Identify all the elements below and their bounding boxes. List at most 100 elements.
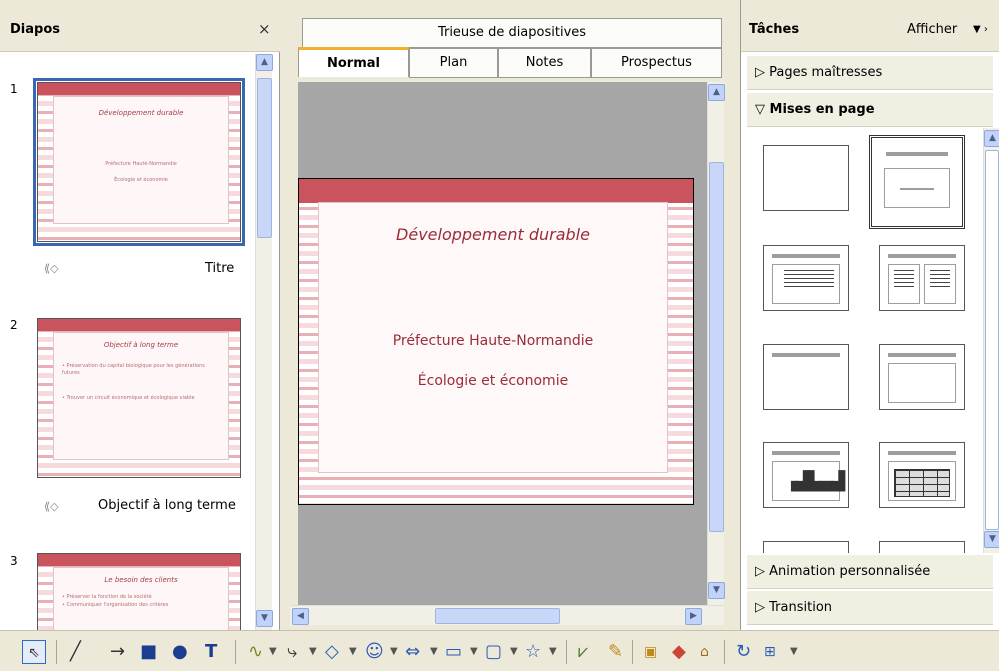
basic-shapes-icon[interactable]: ◇ xyxy=(325,640,339,664)
thumbnail-bullet: • Trouver un circuit économique et écolo… xyxy=(62,395,195,401)
section-custom-animation[interactable]: ▷ Animation personnalisée xyxy=(747,555,993,589)
thumbnail-bullet: • Préservation du capital biologique pou… xyxy=(62,363,205,376)
chevron-down-icon[interactable]: ▼ xyxy=(470,640,478,664)
layout-title-only[interactable] xyxy=(763,344,849,410)
slides-pane-title: Diapos xyxy=(10,22,60,37)
slide-subtitle-line[interactable]: Préfecture Haute-Normandie xyxy=(319,333,667,349)
text-icon[interactable]: T xyxy=(205,640,217,664)
scroll-up-icon[interactable]: ▲ xyxy=(708,84,725,101)
scroll-thumb[interactable] xyxy=(709,162,724,532)
layout-title-chart[interactable]: ▗▟▙▄▟ xyxy=(763,442,849,508)
slide-number: 3 xyxy=(10,554,18,568)
symbol-shapes-icon[interactable]: ☺ xyxy=(365,640,384,664)
scroll-up-icon[interactable]: ▲ xyxy=(256,54,273,71)
scroll-down-icon[interactable]: ▼ xyxy=(708,582,725,599)
layout-partial[interactable] xyxy=(763,541,849,553)
chevron-down-icon[interactable]: ▼ xyxy=(349,640,357,664)
section-layouts[interactable]: ▽ Mises en page xyxy=(747,93,993,127)
scroll-thumb[interactable] xyxy=(435,608,560,624)
callouts-icon[interactable]: ▢ xyxy=(485,640,502,664)
scroll-right-icon[interactable]: ▶ xyxy=(685,608,702,625)
slide-title[interactable]: Développement durable xyxy=(319,225,667,244)
layout-title-content[interactable] xyxy=(869,135,965,229)
chevron-down-icon[interactable]: ▼ xyxy=(309,640,317,664)
thumbnail-bullet: • Préserver la fonction de la société xyxy=(62,594,152,600)
tasks-pane: Tâches Afficher ▼ › ▷ Pages maîtresses ▽… xyxy=(740,0,999,630)
layout-title-table[interactable] xyxy=(879,442,965,508)
alignment-icon[interactable]: ⊞ xyxy=(764,640,776,664)
slides-scrollbar[interactable]: ▲ ▼ xyxy=(255,54,273,630)
chevron-down-icon[interactable]: ▼ xyxy=(510,640,518,664)
chevron-down-icon[interactable]: ▼ xyxy=(390,640,398,664)
flowchart-icon[interactable]: ▭ xyxy=(445,640,462,664)
stars-icon[interactable]: ☆ xyxy=(525,640,541,664)
glue-points-icon[interactable]: ✎ xyxy=(608,640,623,664)
scroll-left-icon[interactable]: ◀ xyxy=(292,608,309,625)
tab-outline[interactable]: Plan xyxy=(409,48,498,78)
ellipse-icon[interactable]: ● xyxy=(172,640,188,664)
section-transition[interactable]: ▷ Transition xyxy=(747,591,993,625)
slide-number: 1 xyxy=(10,82,18,96)
slide-thumbnail-2[interactable]: Objectif à long terme • Préservation du … xyxy=(37,318,241,478)
slide-thumbnail-3[interactable]: Le besoin des clients • Préserver la fon… xyxy=(37,553,241,630)
curve-icon[interactable]: ∿ xyxy=(248,640,263,664)
slides-pane: Diapos × 1 Développement durable Préfect… xyxy=(0,0,280,630)
layout-title-text[interactable] xyxy=(763,245,849,311)
block-arrows-icon[interactable]: ⇔ xyxy=(405,640,420,664)
select-arrow-icon[interactable]: ⇖ xyxy=(22,640,46,664)
view-menu-button[interactable]: Afficher xyxy=(907,22,957,37)
slides-pane-header: Diapos × xyxy=(0,0,280,52)
section-label: Pages maîtresses xyxy=(769,65,883,80)
chevron-down-icon[interactable]: ▼ xyxy=(790,640,798,664)
slide-label: Objectif à long terme xyxy=(98,498,236,513)
rectangle-icon[interactable]: ■ xyxy=(140,640,157,664)
thumbnail-subtitle: Écologie et économie xyxy=(114,177,168,183)
connector-icon[interactable]: ⤷ xyxy=(287,640,297,664)
thumbnail-bullet: • Communiquer l'organisation des critère… xyxy=(62,602,169,608)
tab-normal[interactable]: Normal xyxy=(298,47,409,77)
tab-handout[interactable]: Prospectus xyxy=(591,48,722,78)
thumbnail-subtitle: Préfecture Haute-Normandie xyxy=(105,161,177,167)
slide-thumbnail-1[interactable]: Développement durable Préfecture Haute-N… xyxy=(33,78,245,246)
editor-horizontal-scrollbar[interactable]: ◀ ▶ xyxy=(290,605,724,625)
slide-label: Titre xyxy=(205,261,235,276)
arrow-line-icon[interactable]: → xyxy=(110,640,125,664)
current-slide[interactable]: Développement durable Préfecture Haute-N… xyxy=(298,178,694,505)
slide-subtitle-line[interactable]: Écologie et économie xyxy=(319,373,667,389)
chevron-down-icon[interactable]: ▼ xyxy=(430,640,438,664)
layout-blank[interactable] xyxy=(763,145,849,211)
editor-vertical-scrollbar[interactable]: ▲ ▼ xyxy=(707,82,725,605)
expand-icon: ▷ xyxy=(755,564,770,579)
from-file-icon[interactable]: ◆ xyxy=(672,640,686,664)
layout-title-two-columns[interactable] xyxy=(879,245,965,311)
gallery-icon[interactable]: ⌂ xyxy=(700,640,709,664)
scroll-up-icon[interactable]: ▲ xyxy=(984,130,999,147)
line-icon[interactable]: ╱ xyxy=(70,640,81,664)
chevron-down-icon[interactable]: ▼ › xyxy=(973,24,988,35)
rotate-icon[interactable]: ↻ xyxy=(736,640,751,664)
section-label: Transition xyxy=(769,600,833,615)
layout-centered-text[interactable] xyxy=(879,344,965,410)
scroll-thumb[interactable] xyxy=(257,78,272,238)
table-icon xyxy=(894,469,950,497)
scroll-down-icon[interactable]: ▼ xyxy=(984,531,999,548)
scroll-thumb[interactable] xyxy=(985,150,999,530)
slide-effect-icon: ⟪◇ xyxy=(44,262,59,275)
points-icon[interactable]: ⩗ xyxy=(578,640,588,664)
fontwork-icon[interactable]: ▣ xyxy=(644,640,657,664)
layout-partial[interactable] xyxy=(879,541,965,553)
chevron-down-icon[interactable]: ▼ xyxy=(549,640,557,664)
expand-icon: ▷ xyxy=(755,600,770,615)
tab-notes[interactable]: Notes xyxy=(498,48,591,78)
collapse-icon: ▽ xyxy=(755,102,770,117)
section-master-pages[interactable]: ▷ Pages maîtresses xyxy=(747,56,993,90)
thumbnail-title: Le besoin des clients xyxy=(104,576,178,584)
tab-slide-sorter[interactable]: Trieuse de diapositives xyxy=(302,18,722,48)
chevron-down-icon[interactable]: ▼ xyxy=(269,640,277,664)
section-label: Mises en page xyxy=(769,102,875,117)
tasks-pane-title: Tâches xyxy=(749,22,800,37)
thumbnail-title: Développement durable xyxy=(98,109,184,117)
scroll-down-icon[interactable]: ▼ xyxy=(256,610,273,627)
layouts-scrollbar[interactable]: ▲ ▼ xyxy=(983,128,999,553)
close-icon[interactable]: × xyxy=(258,20,271,38)
